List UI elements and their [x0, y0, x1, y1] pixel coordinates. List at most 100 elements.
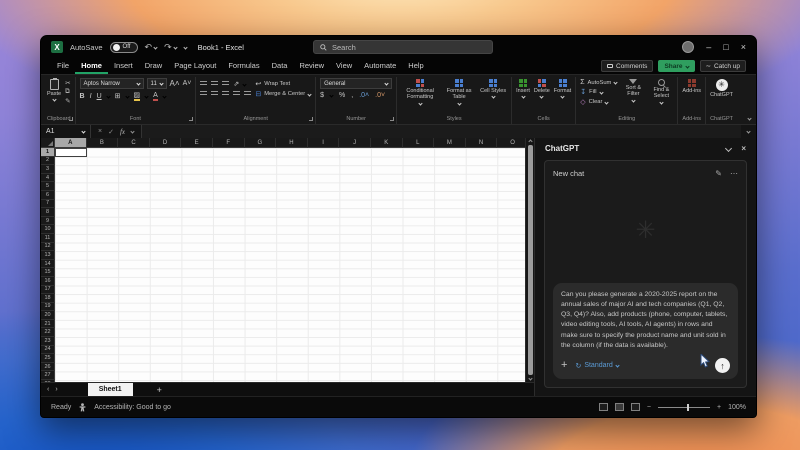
- column-header[interactable]: G: [245, 138, 277, 148]
- row-header[interactable]: 1: [41, 148, 55, 157]
- row-header[interactable]: 11: [41, 234, 55, 243]
- scroll-down-icon[interactable]: [528, 376, 532, 380]
- row-header[interactable]: 8: [41, 208, 55, 217]
- selected-cell[interactable]: [55, 148, 87, 157]
- catch-up-button[interactable]: ∼Catch up: [700, 60, 746, 72]
- scroll-up-icon[interactable]: [528, 139, 532, 143]
- increase-decimal-button[interactable]: .0˄: [359, 92, 369, 99]
- prev-sheet-icon[interactable]: ‹: [47, 386, 49, 393]
- tab-review[interactable]: Review: [293, 58, 330, 74]
- row-header[interactable]: 19: [41, 303, 55, 312]
- formula-input[interactable]: [141, 125, 741, 138]
- column-header[interactable]: A: [55, 138, 87, 148]
- font-color-button[interactable]: A: [153, 92, 158, 101]
- close-button[interactable]: ×: [741, 42, 746, 52]
- page-break-view-button[interactable]: [631, 403, 640, 411]
- column-header[interactable]: J: [339, 138, 371, 148]
- sheet-tab-sheet1[interactable]: Sheet1: [88, 383, 133, 396]
- tab-file[interactable]: File: [51, 58, 75, 74]
- share-button[interactable]: Share: [658, 60, 694, 72]
- panel-collapse-icon[interactable]: [725, 145, 732, 152]
- borders-button[interactable]: ⊞: [115, 92, 121, 100]
- row-header[interactable]: 2: [41, 157, 55, 166]
- mode-selector[interactable]: ↻ Standard: [575, 362, 618, 370]
- row-header[interactable]: 6: [41, 191, 55, 200]
- row-header[interactable]: 23: [41, 337, 55, 346]
- italic-button[interactable]: I: [90, 93, 92, 100]
- paste-button[interactable]: Paste: [47, 78, 61, 101]
- vertical-scrollbar[interactable]: [525, 138, 534, 382]
- attach-button[interactable]: +: [561, 360, 567, 371]
- number-dialog-launcher-icon[interactable]: [390, 117, 394, 121]
- row-header[interactable]: 10: [41, 225, 55, 234]
- wrap-text-button[interactable]: ↩Wrap Text: [255, 80, 311, 88]
- column-header[interactable]: F: [213, 138, 245, 148]
- undo-button[interactable]: ↶: [145, 42, 158, 53]
- row-header[interactable]: 26: [41, 363, 55, 372]
- number-format-select[interactable]: General: [320, 78, 392, 89]
- tab-insert[interactable]: Insert: [108, 58, 139, 74]
- tab-formulas[interactable]: Formulas: [222, 58, 265, 74]
- name-box[interactable]: A1: [41, 125, 91, 138]
- sort-filter-button[interactable]: Sort & Filter: [621, 78, 645, 102]
- more-options-icon[interactable]: ⋯: [730, 169, 738, 178]
- column-header[interactable]: B: [87, 138, 119, 148]
- tab-automate[interactable]: Automate: [358, 58, 402, 74]
- column-header[interactable]: K: [371, 138, 403, 148]
- chat-input-box[interactable]: Can you please generate a 2020-2025 repo…: [553, 283, 738, 379]
- decrease-indent-button[interactable]: [233, 91, 240, 97]
- row-header[interactable]: 17: [41, 286, 55, 295]
- align-left-button[interactable]: [200, 91, 207, 97]
- function-chevron-icon[interactable]: [130, 129, 134, 133]
- zoom-slider[interactable]: [658, 407, 710, 408]
- accounting-format-button[interactable]: $: [320, 92, 324, 99]
- chat-prompt-text[interactable]: Can you please generate a 2020-2025 repo…: [561, 290, 730, 351]
- row-header[interactable]: 13: [41, 251, 55, 260]
- row-header[interactable]: 25: [41, 354, 55, 363]
- insert-function-button[interactable]: fx: [120, 128, 125, 136]
- font-dialog-launcher-icon[interactable]: [189, 117, 193, 121]
- column-header[interactable]: M: [434, 138, 466, 148]
- quick-access-menu-icon[interactable]: [184, 46, 187, 49]
- shrink-font-button[interactable]: A˅: [183, 80, 192, 87]
- row-header[interactable]: 5: [41, 182, 55, 191]
- underline-button[interactable]: U: [97, 93, 102, 100]
- tab-help[interactable]: Help: [402, 58, 429, 74]
- column-header[interactable]: L: [403, 138, 435, 148]
- orientation-button[interactable]: ⇗: [233, 80, 239, 88]
- page-layout-view-button[interactable]: [615, 403, 624, 411]
- clear-button[interactable]: ◇Clear: [580, 98, 617, 106]
- normal-view-button[interactable]: [599, 403, 608, 411]
- find-select-button[interactable]: Find & Select: [649, 78, 673, 104]
- collapse-ribbon-icon[interactable]: [747, 116, 751, 120]
- merge-center-button[interactable]: ⊟Merge & Center: [255, 90, 311, 98]
- minimize-button[interactable]: –: [706, 42, 711, 52]
- search-input[interactable]: Search: [313, 40, 493, 54]
- next-sheet-icon[interactable]: ›: [55, 386, 57, 393]
- row-header[interactable]: 4: [41, 174, 55, 183]
- row-header[interactable]: 20: [41, 311, 55, 320]
- zoom-in-button[interactable]: +: [717, 404, 721, 411]
- align-middle-button[interactable]: [211, 81, 218, 87]
- column-header[interactable]: I: [308, 138, 340, 148]
- account-avatar[interactable]: [682, 41, 694, 53]
- tab-data[interactable]: Data: [266, 58, 294, 74]
- cell-styles-button[interactable]: Cell Styles: [479, 78, 507, 98]
- row-header[interactable]: 27: [41, 371, 55, 380]
- cancel-entry-icon[interactable]: ×: [98, 128, 102, 135]
- add-sheet-button[interactable]: +: [157, 385, 162, 395]
- row-header[interactable]: 21: [41, 320, 55, 329]
- grow-font-button[interactable]: A˄: [170, 79, 180, 88]
- cut-button[interactable]: ✂: [65, 79, 70, 87]
- font-name-select[interactable]: Aptos Narrow: [80, 78, 144, 89]
- zoom-out-button[interactable]: −: [647, 404, 651, 411]
- compose-icon[interactable]: ✎: [715, 169, 722, 178]
- row-header[interactable]: 15: [41, 268, 55, 277]
- tab-view[interactable]: View: [330, 58, 358, 74]
- scrollbar-thumb[interactable]: [528, 145, 533, 375]
- column-header[interactable]: C: [118, 138, 150, 148]
- fill-button[interactable]: ↧Fill: [580, 88, 617, 96]
- zoom-level[interactable]: 100%: [728, 404, 746, 411]
- alignment-dialog-launcher-icon[interactable]: [309, 117, 313, 121]
- column-header[interactable]: E: [181, 138, 213, 148]
